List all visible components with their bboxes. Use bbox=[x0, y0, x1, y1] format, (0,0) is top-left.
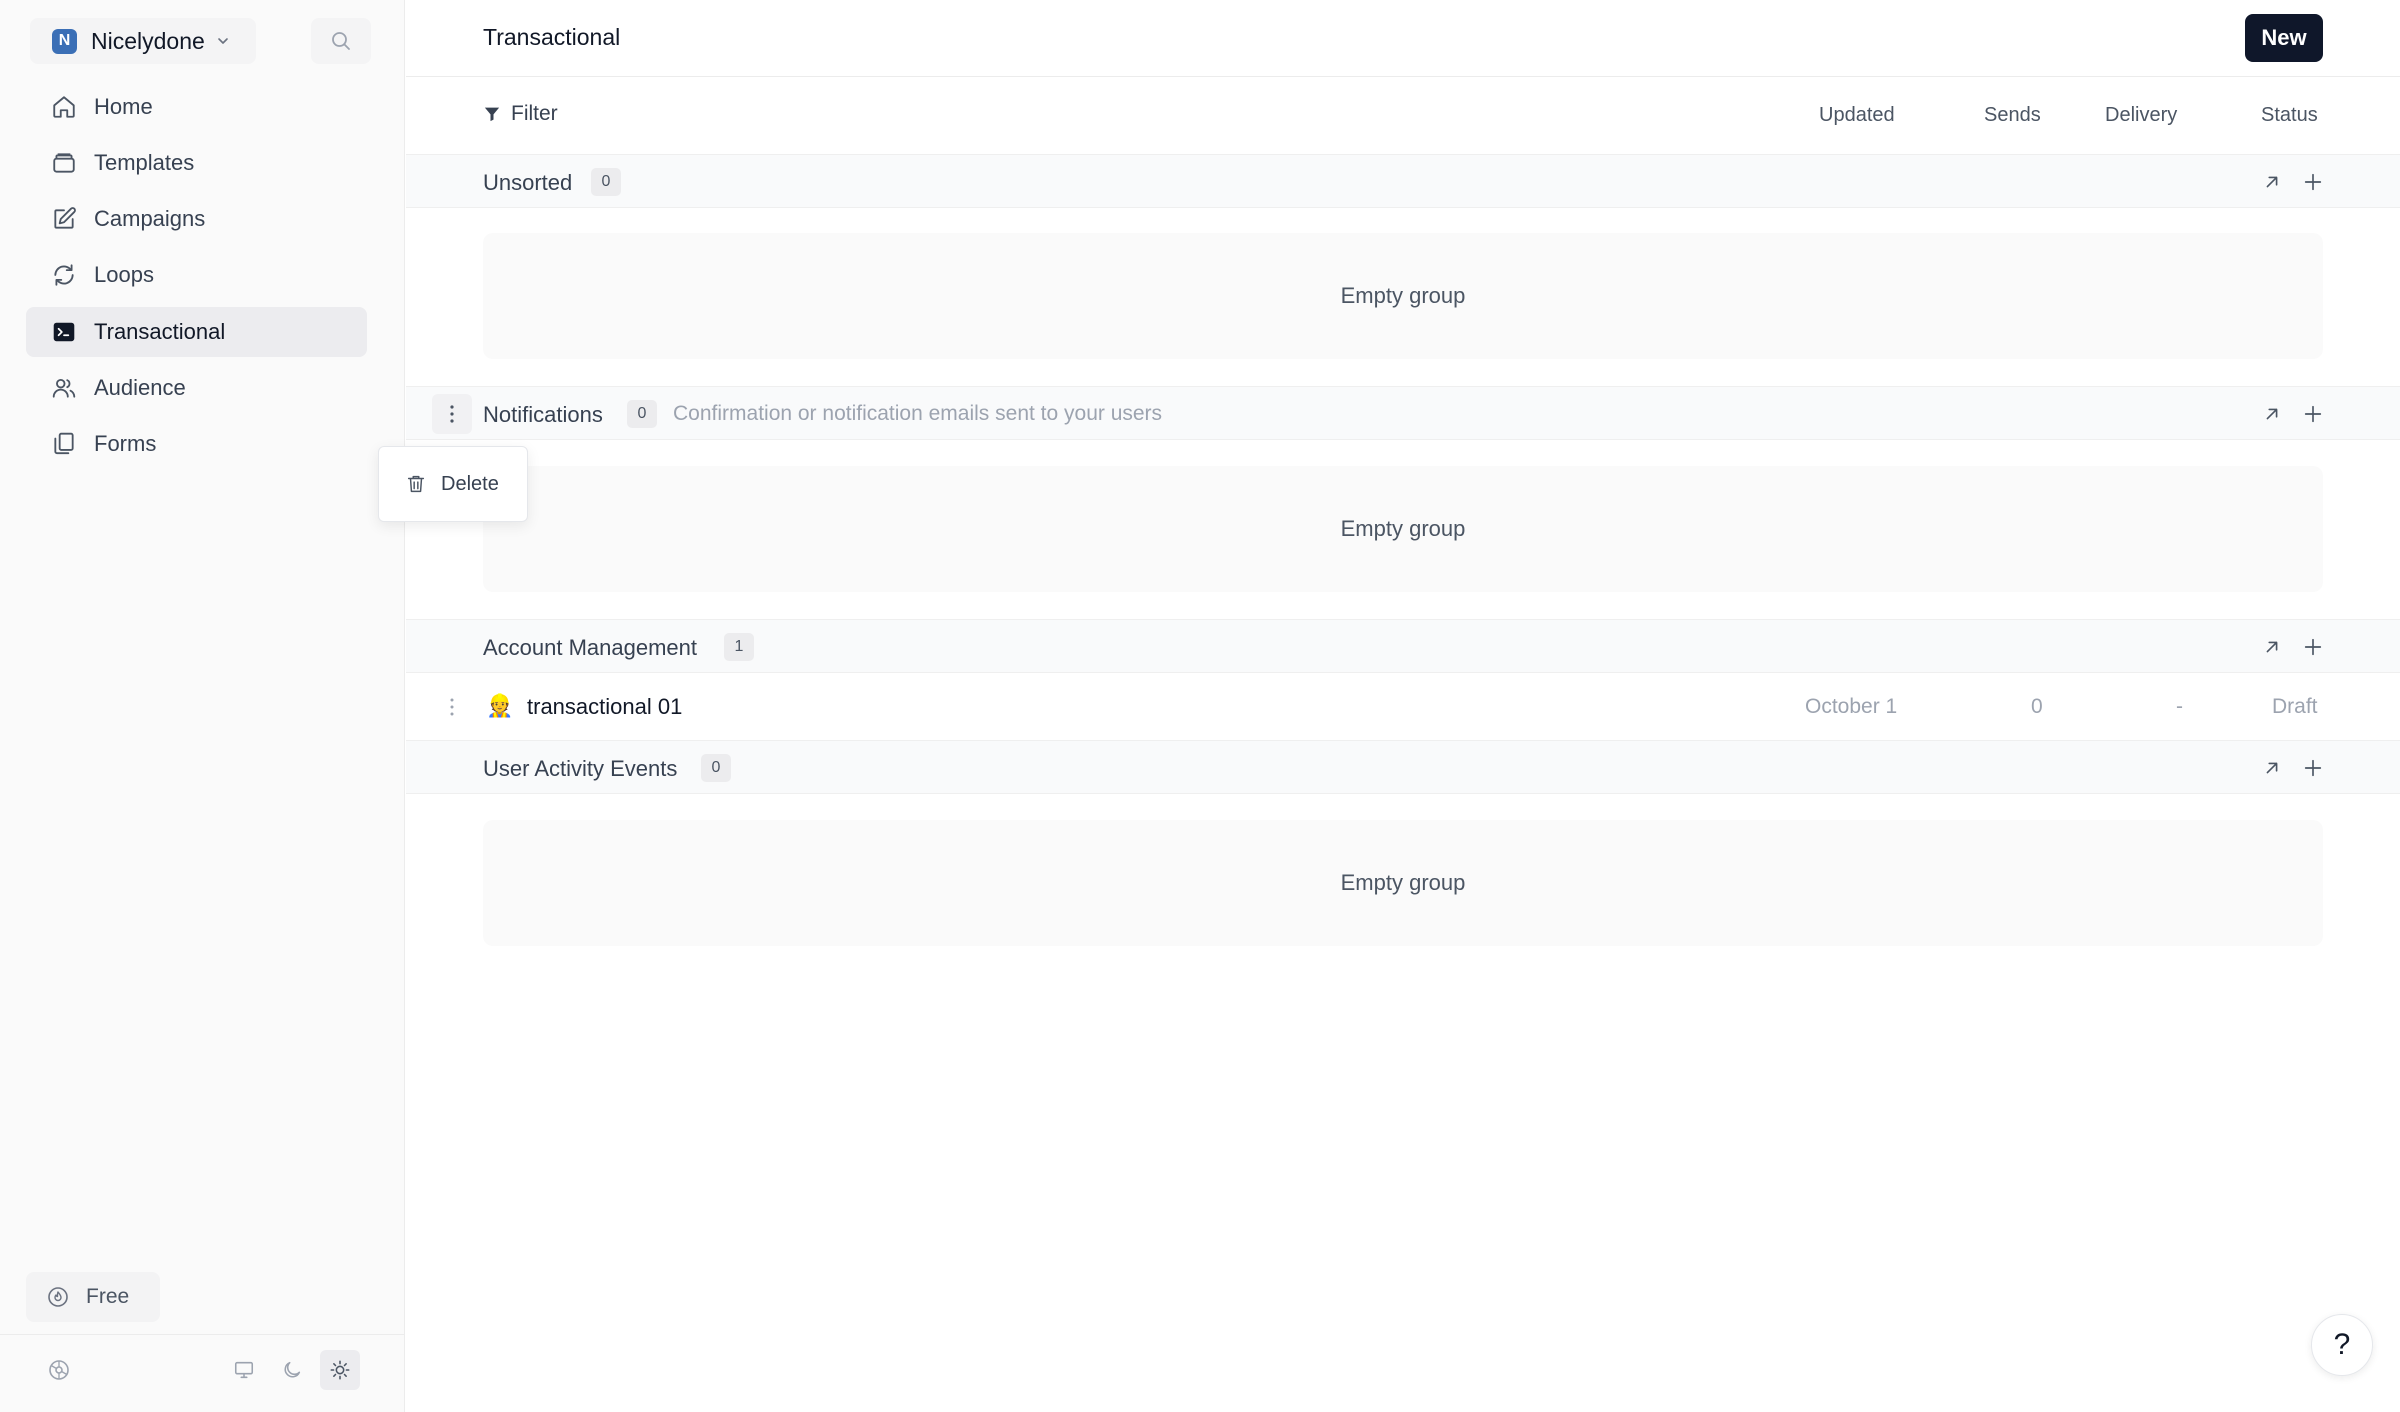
workspace-avatar: N bbox=[52, 28, 77, 54]
row-sends: 0 bbox=[2031, 695, 2043, 718]
arrow-up-right-icon[interactable] bbox=[2259, 169, 2285, 195]
trash-icon bbox=[405, 473, 427, 495]
row-menu-button[interactable] bbox=[432, 687, 472, 727]
arrow-up-right-icon[interactable] bbox=[2259, 634, 2285, 660]
row-emoji-icon: 👷 bbox=[486, 693, 514, 718]
sidebar-item-home[interactable]: Home bbox=[26, 82, 367, 132]
group-description: Confirmation or notification emails sent… bbox=[673, 402, 1163, 425]
column-header-updated[interactable]: Updated bbox=[1819, 104, 1895, 127]
sun-icon bbox=[329, 1359, 351, 1381]
filter-label: Filter bbox=[511, 102, 558, 125]
search-button[interactable] bbox=[311, 18, 371, 64]
workspace-switcher[interactable]: N Nicelydone bbox=[30, 18, 256, 64]
row-updated: October 1 bbox=[1805, 695, 1898, 718]
new-button[interactable]: New bbox=[2245, 14, 2323, 62]
forms-icon bbox=[50, 430, 78, 458]
plus-icon[interactable] bbox=[2300, 169, 2326, 195]
row-name[interactable]: transactional 01 bbox=[527, 694, 682, 720]
page-title: Transactional bbox=[483, 24, 621, 50]
plan-label: Free bbox=[86, 1285, 130, 1308]
sidebar-item-loops[interactable]: Loops bbox=[26, 250, 367, 300]
more-vertical-icon bbox=[449, 697, 455, 717]
column-header-delivery[interactable]: Delivery bbox=[2105, 104, 2177, 127]
theme-system-button[interactable] bbox=[224, 1350, 264, 1390]
plus-icon[interactable] bbox=[2300, 401, 2326, 427]
help-button[interactable]: ? bbox=[2311, 1314, 2373, 1376]
group-count-badge: 0 bbox=[701, 754, 731, 782]
users-icon bbox=[50, 374, 78, 402]
column-header-sends[interactable]: Sends bbox=[1984, 104, 2041, 127]
top-bar: Transactional New bbox=[406, 0, 2400, 77]
group-name: User Activity Events bbox=[483, 756, 678, 781]
sidebar: N Nicelydone Home Templates Campaigns Lo… bbox=[0, 0, 405, 1412]
group-count-badge: 0 bbox=[591, 168, 621, 196]
moon-icon bbox=[281, 1359, 303, 1381]
sidebar-item-label: Campaigns bbox=[94, 206, 206, 231]
plus-icon[interactable] bbox=[2300, 755, 2326, 781]
delete-label: Delete bbox=[441, 472, 499, 495]
sidebar-item-label: Forms bbox=[94, 431, 157, 456]
workspace-name: Nicelydone bbox=[91, 27, 205, 54]
group-menu-button[interactable] bbox=[432, 394, 472, 434]
row-status: Draft bbox=[2272, 695, 2318, 718]
group-count-badge: 0 bbox=[627, 400, 657, 428]
arrow-up-right-icon[interactable] bbox=[2259, 401, 2285, 427]
sidebar-item-label: Home bbox=[94, 94, 153, 119]
chevron-down-icon bbox=[215, 33, 231, 49]
table-row[interactable]: 👷 transactional 01 October 1 0 - Draft bbox=[406, 674, 2400, 740]
plan-button[interactable]: Free bbox=[26, 1272, 160, 1322]
plus-icon[interactable] bbox=[2300, 634, 2326, 660]
filter-bar: Filter Updated Sends Delivery Status bbox=[406, 78, 2400, 153]
empty-group-placeholder: Empty group bbox=[483, 820, 2323, 946]
arrow-up-right-icon[interactable] bbox=[2259, 755, 2285, 781]
group-name: Account Management bbox=[483, 635, 698, 660]
empty-group-placeholder: Empty group bbox=[483, 466, 2323, 592]
empty-group-placeholder: Empty group bbox=[483, 233, 2323, 359]
delete-menu-item[interactable]: Delete bbox=[379, 447, 527, 521]
group-name: Notifications bbox=[483, 402, 603, 427]
gear-icon bbox=[47, 1358, 71, 1382]
row-delivery: - bbox=[2176, 695, 2183, 718]
monitor-icon bbox=[233, 1359, 255, 1381]
group-header-unsorted: Unsorted 0 bbox=[406, 154, 2400, 208]
settings-button[interactable] bbox=[39, 1350, 79, 1390]
group-header-account-management: Account Management 1 bbox=[406, 619, 2400, 673]
sidebar-item-templates[interactable]: Templates bbox=[26, 138, 367, 188]
sidebar-item-label: Audience bbox=[94, 375, 186, 400]
sidebar-item-transactional[interactable]: Transactional bbox=[26, 307, 367, 357]
group-name: Unsorted bbox=[483, 170, 573, 195]
campaigns-icon bbox=[50, 205, 78, 233]
sidebar-item-audience[interactable]: Audience bbox=[26, 363, 367, 413]
more-vertical-icon bbox=[449, 404, 455, 424]
group-count-badge: 1 bbox=[724, 633, 754, 661]
filter-icon bbox=[483, 105, 501, 123]
search-icon bbox=[329, 29, 353, 53]
theme-light-button[interactable] bbox=[320, 1350, 360, 1390]
sidebar-item-label: Templates bbox=[94, 150, 195, 175]
sidebar-item-campaigns[interactable]: Campaigns bbox=[26, 194, 367, 244]
sidebar-item-label: Loops bbox=[94, 262, 154, 287]
filter-button[interactable]: Filter bbox=[483, 102, 558, 126]
terminal-icon bbox=[50, 318, 78, 346]
group-header-notifications: Notifications 0 Confirmation or notifica… bbox=[406, 386, 2400, 440]
flame-icon bbox=[46, 1285, 70, 1309]
sidebar-item-forms[interactable]: Forms bbox=[26, 419, 367, 469]
templates-icon bbox=[50, 149, 78, 177]
sidebar-divider bbox=[0, 1334, 405, 1335]
group-context-menu: Delete bbox=[378, 446, 528, 522]
group-header-user-activity-events: User Activity Events 0 bbox=[406, 740, 2400, 794]
column-header-status[interactable]: Status bbox=[2261, 104, 2318, 127]
loops-icon bbox=[50, 261, 78, 289]
sidebar-item-label: Transactional bbox=[94, 319, 226, 344]
theme-dark-button[interactable] bbox=[272, 1350, 312, 1390]
home-icon bbox=[50, 93, 78, 121]
